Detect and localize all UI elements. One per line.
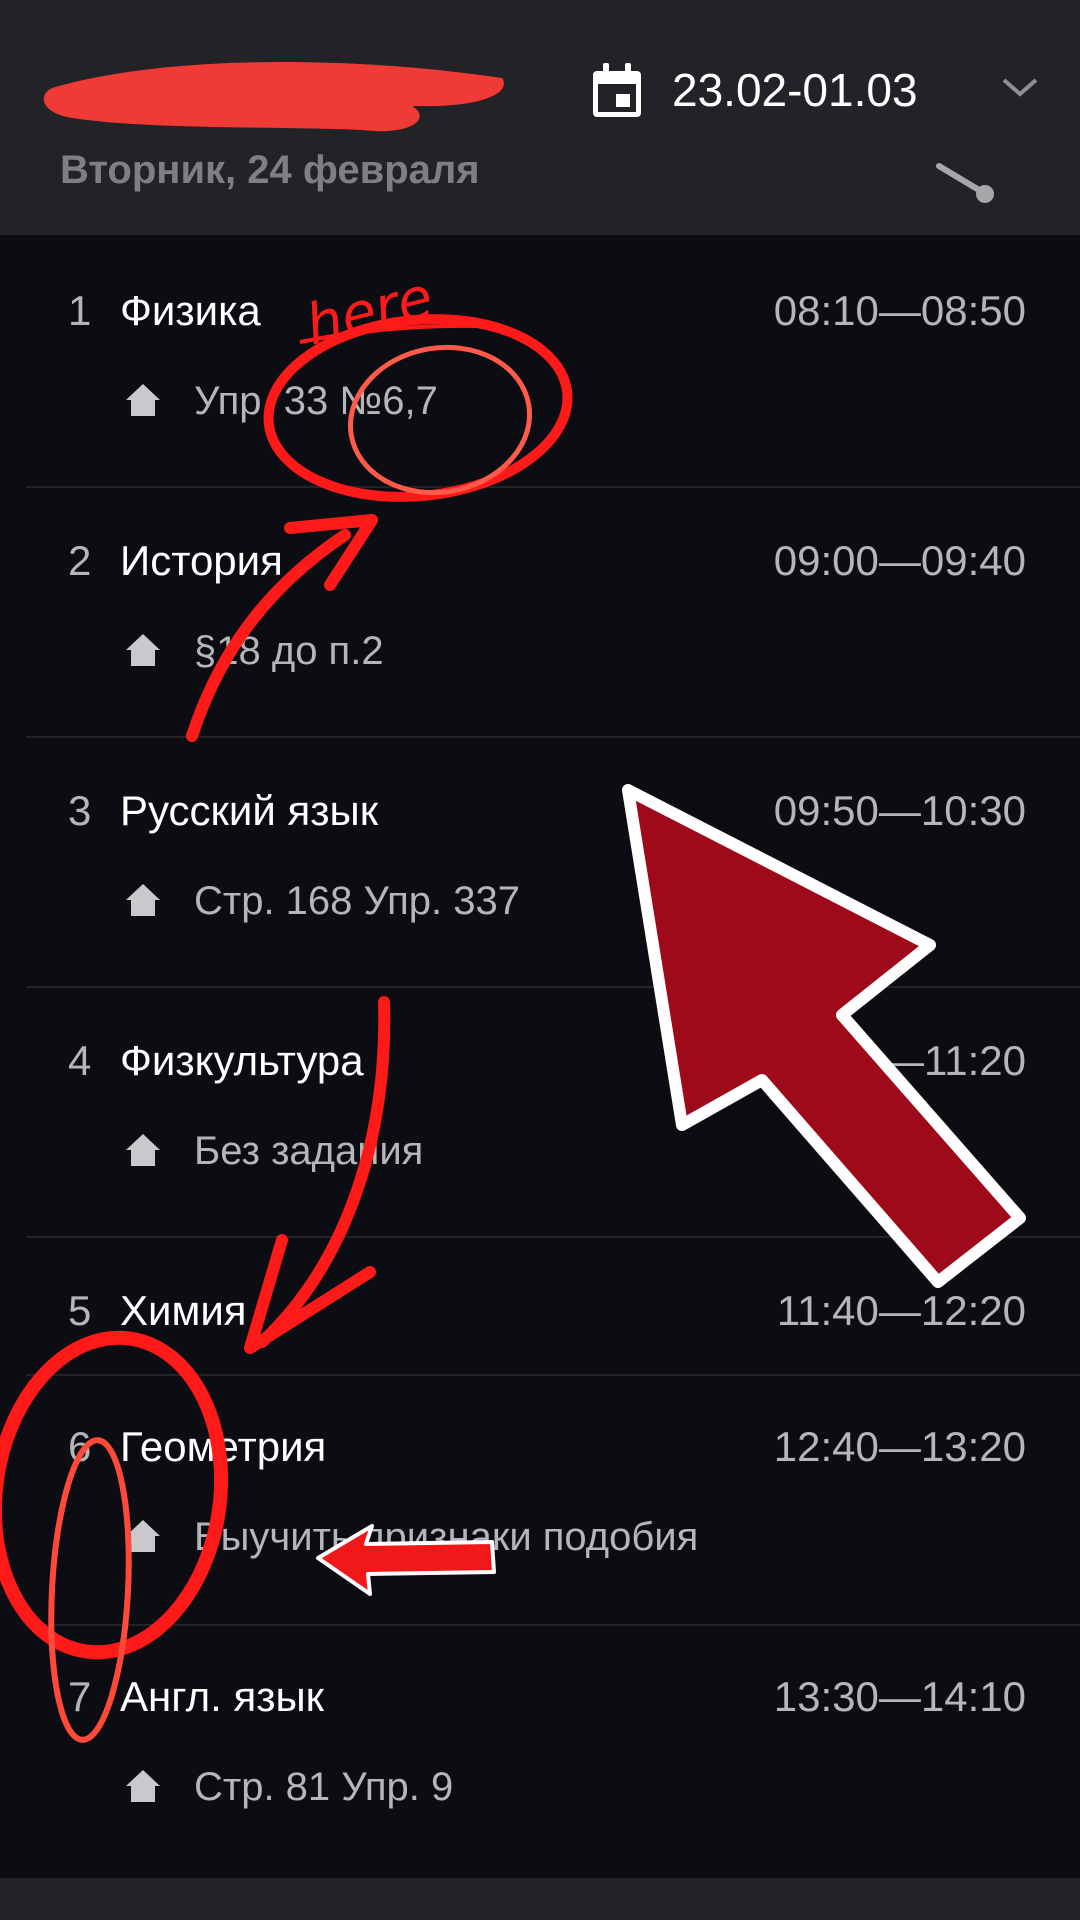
home-icon xyxy=(126,384,160,416)
diary-screen: 23.02-01.03 Вторник, 24 февраля 1 Физика… xyxy=(0,0,1080,1920)
divider xyxy=(26,986,1080,988)
home-icon xyxy=(126,884,160,916)
lesson-number: 6 xyxy=(68,1423,92,1470)
lesson-item[interactable]: 2 История 09:00—09:40 §18 до п.2 xyxy=(0,522,1080,732)
home-icon xyxy=(126,634,160,666)
bottom-bar xyxy=(0,1878,1080,1920)
lesson-time: 09:00—09:40 xyxy=(773,537,1026,584)
lesson-subject: Физика xyxy=(120,287,261,334)
lesson-header: 6 Геометрия 12:40—13:20 xyxy=(0,1408,1080,1488)
homework-text: Упр. 33 №6,7 xyxy=(194,379,438,423)
divider xyxy=(26,736,1080,738)
homework-text: Без задания xyxy=(194,1129,424,1173)
lesson-time: 11:40—12:20 xyxy=(776,1287,1026,1334)
divider xyxy=(26,1624,1080,1626)
homework-row: Стр. 168 Упр. 337 xyxy=(0,872,1080,932)
home-icon xyxy=(126,1520,160,1552)
divider xyxy=(26,1236,1080,1238)
homework-row: Без задания xyxy=(0,1122,1080,1182)
homework-text: Стр. 81 Упр. 9 xyxy=(194,1765,454,1809)
lesson-header: 3 Русский язык 09:50—10:30 xyxy=(0,772,1080,852)
chevron-down-icon[interactable] xyxy=(1000,72,1040,102)
collapse-icon[interactable] xyxy=(935,160,1005,206)
lesson-number: 3 xyxy=(68,787,92,834)
lesson-number: 1 xyxy=(68,287,92,334)
lesson-header: 4 Физкультура 10:40—11:20 xyxy=(0,1022,1080,1102)
lesson-item[interactable]: 7 Англ. язык 13:30—14:10 Стр. 81 Упр. 9 xyxy=(0,1658,1080,1868)
homework-text: Выучить признаки подобия xyxy=(194,1515,699,1559)
lesson-subject: Геометрия xyxy=(120,1423,327,1470)
home-icon xyxy=(126,1134,160,1166)
lesson-header: 7 Англ. язык 13:30—14:10 xyxy=(0,1658,1080,1738)
lesson-item[interactable]: 6 Геометрия 12:40—13:20 Выучить признаки… xyxy=(0,1408,1080,1618)
lesson-subject: Англ. язык xyxy=(120,1673,325,1720)
lesson-item[interactable]: 1 Физика 08:10—08:50 Упр. 33 №6,7 xyxy=(0,272,1080,482)
lesson-item[interactable]: 4 Физкультура 10:40—11:20 Без задания xyxy=(0,1022,1080,1232)
homework-text: Стр. 168 Упр. 337 xyxy=(194,879,521,923)
divider xyxy=(26,1374,1080,1376)
lesson-number: 2 xyxy=(68,537,92,584)
lesson-header: 2 История 09:00—09:40 xyxy=(0,522,1080,602)
homework-row: §18 до п.2 xyxy=(0,622,1080,682)
lesson-number: 7 xyxy=(68,1673,92,1720)
lesson-number: 5 xyxy=(68,1287,92,1334)
app-header: 23.02-01.03 Вторник, 24 февраля xyxy=(0,0,1080,235)
lesson-time: 09:50—10:30 xyxy=(773,787,1026,834)
divider xyxy=(26,486,1080,488)
homework-text: §18 до п.2 xyxy=(194,629,384,673)
lesson-subject: Химия xyxy=(120,1287,247,1334)
homework-row: Выучить признаки подобия xyxy=(0,1508,1080,1568)
lesson-time: 13:30—14:10 xyxy=(773,1673,1026,1720)
lesson-header: 5 Химия 11:40—12:20 xyxy=(0,1272,1080,1352)
lesson-subject: Русский язык xyxy=(120,787,379,834)
lesson-subject: История xyxy=(120,537,283,584)
calendar-icon[interactable] xyxy=(590,62,644,120)
lesson-subject: Физкультура xyxy=(120,1037,364,1084)
lesson-time: 08:10—08:50 xyxy=(773,287,1026,334)
lesson-header: 1 Физика 08:10—08:50 xyxy=(0,272,1080,352)
lesson-item[interactable]: 3 Русский язык 09:50—10:30 Стр. 168 Упр.… xyxy=(0,772,1080,982)
homework-row: Стр. 81 Упр. 9 xyxy=(0,1758,1080,1818)
home-icon xyxy=(126,1770,160,1802)
lesson-item[interactable]: 5 Химия 11:40—12:20 xyxy=(0,1272,1080,1372)
homework-row: Упр. 33 №6,7 xyxy=(0,372,1080,432)
lesson-number: 4 xyxy=(68,1037,92,1084)
lesson-time: 12:40—13:20 xyxy=(773,1423,1026,1470)
date-range-label[interactable]: 23.02-01.03 xyxy=(672,62,918,118)
redaction-scribble xyxy=(43,61,504,132)
day-title: Вторник, 24 февраля xyxy=(60,148,480,192)
lesson-time: 10:40—11:20 xyxy=(776,1037,1026,1084)
